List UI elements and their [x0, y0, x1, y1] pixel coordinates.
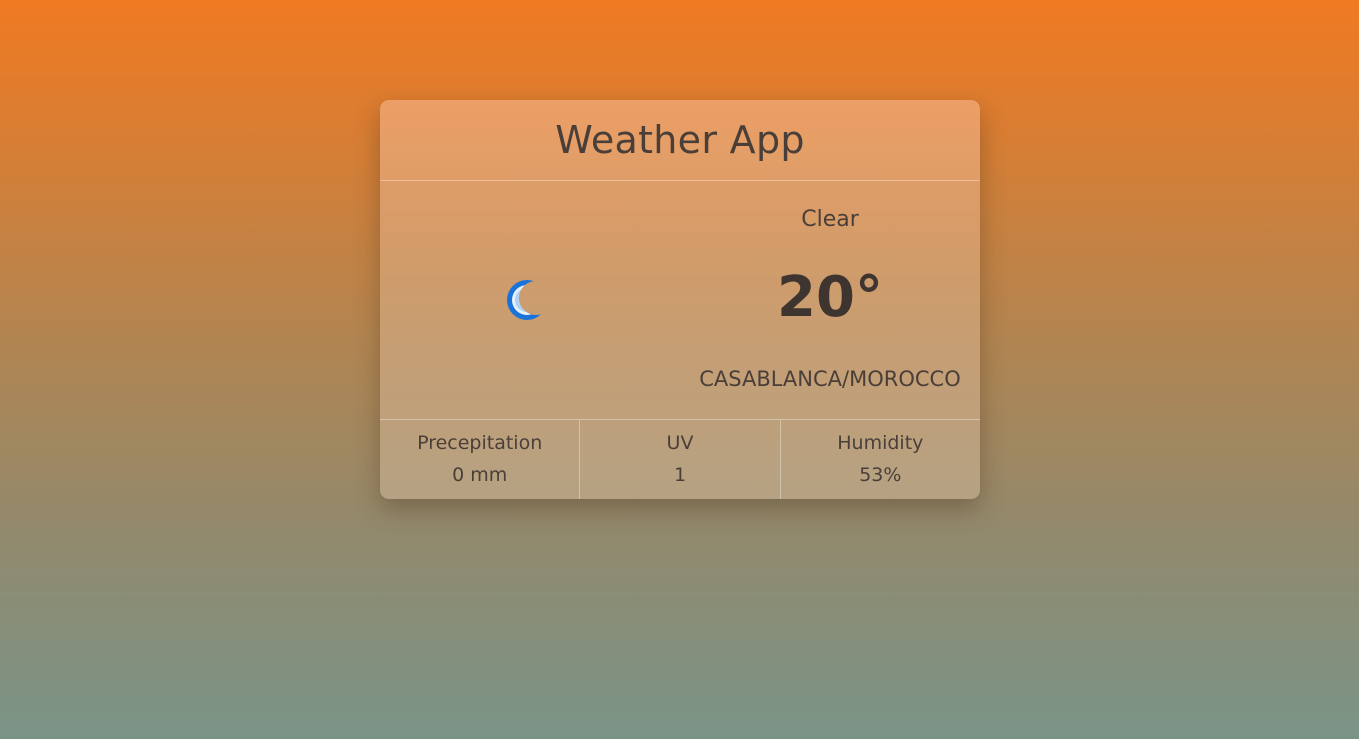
stat-label: Humidity [837, 432, 924, 454]
temperature: 20° [777, 265, 883, 330]
stat-value: 53% [859, 464, 902, 486]
stat-label: Precepitation [417, 432, 543, 454]
stat-value: 1 [673, 464, 687, 486]
stat-humidity: Humidity 53% [781, 420, 980, 499]
weather-condition: Clear [801, 207, 859, 232]
stat-precipitation: Precepitation 0 mm [380, 420, 581, 499]
current-weather: Clear 20° CASABLANCA/MOROCCO [380, 181, 980, 420]
location: CASABLANCA/MOROCCO [699, 367, 961, 391]
stat-value: 0 mm [452, 464, 508, 486]
stat-uv: UV 1 [580, 420, 781, 499]
card-header: Weather App [380, 100, 980, 181]
stat-label: UV [666, 432, 694, 454]
moon-icon [504, 277, 550, 323]
app-title: Weather App [555, 118, 805, 162]
weather-stats: Precepitation 0 mm UV 1 Humidity 53% [380, 420, 980, 499]
weather-card: Weather App Clear 20° CASABLANCA/MOROCCO… [380, 100, 980, 499]
